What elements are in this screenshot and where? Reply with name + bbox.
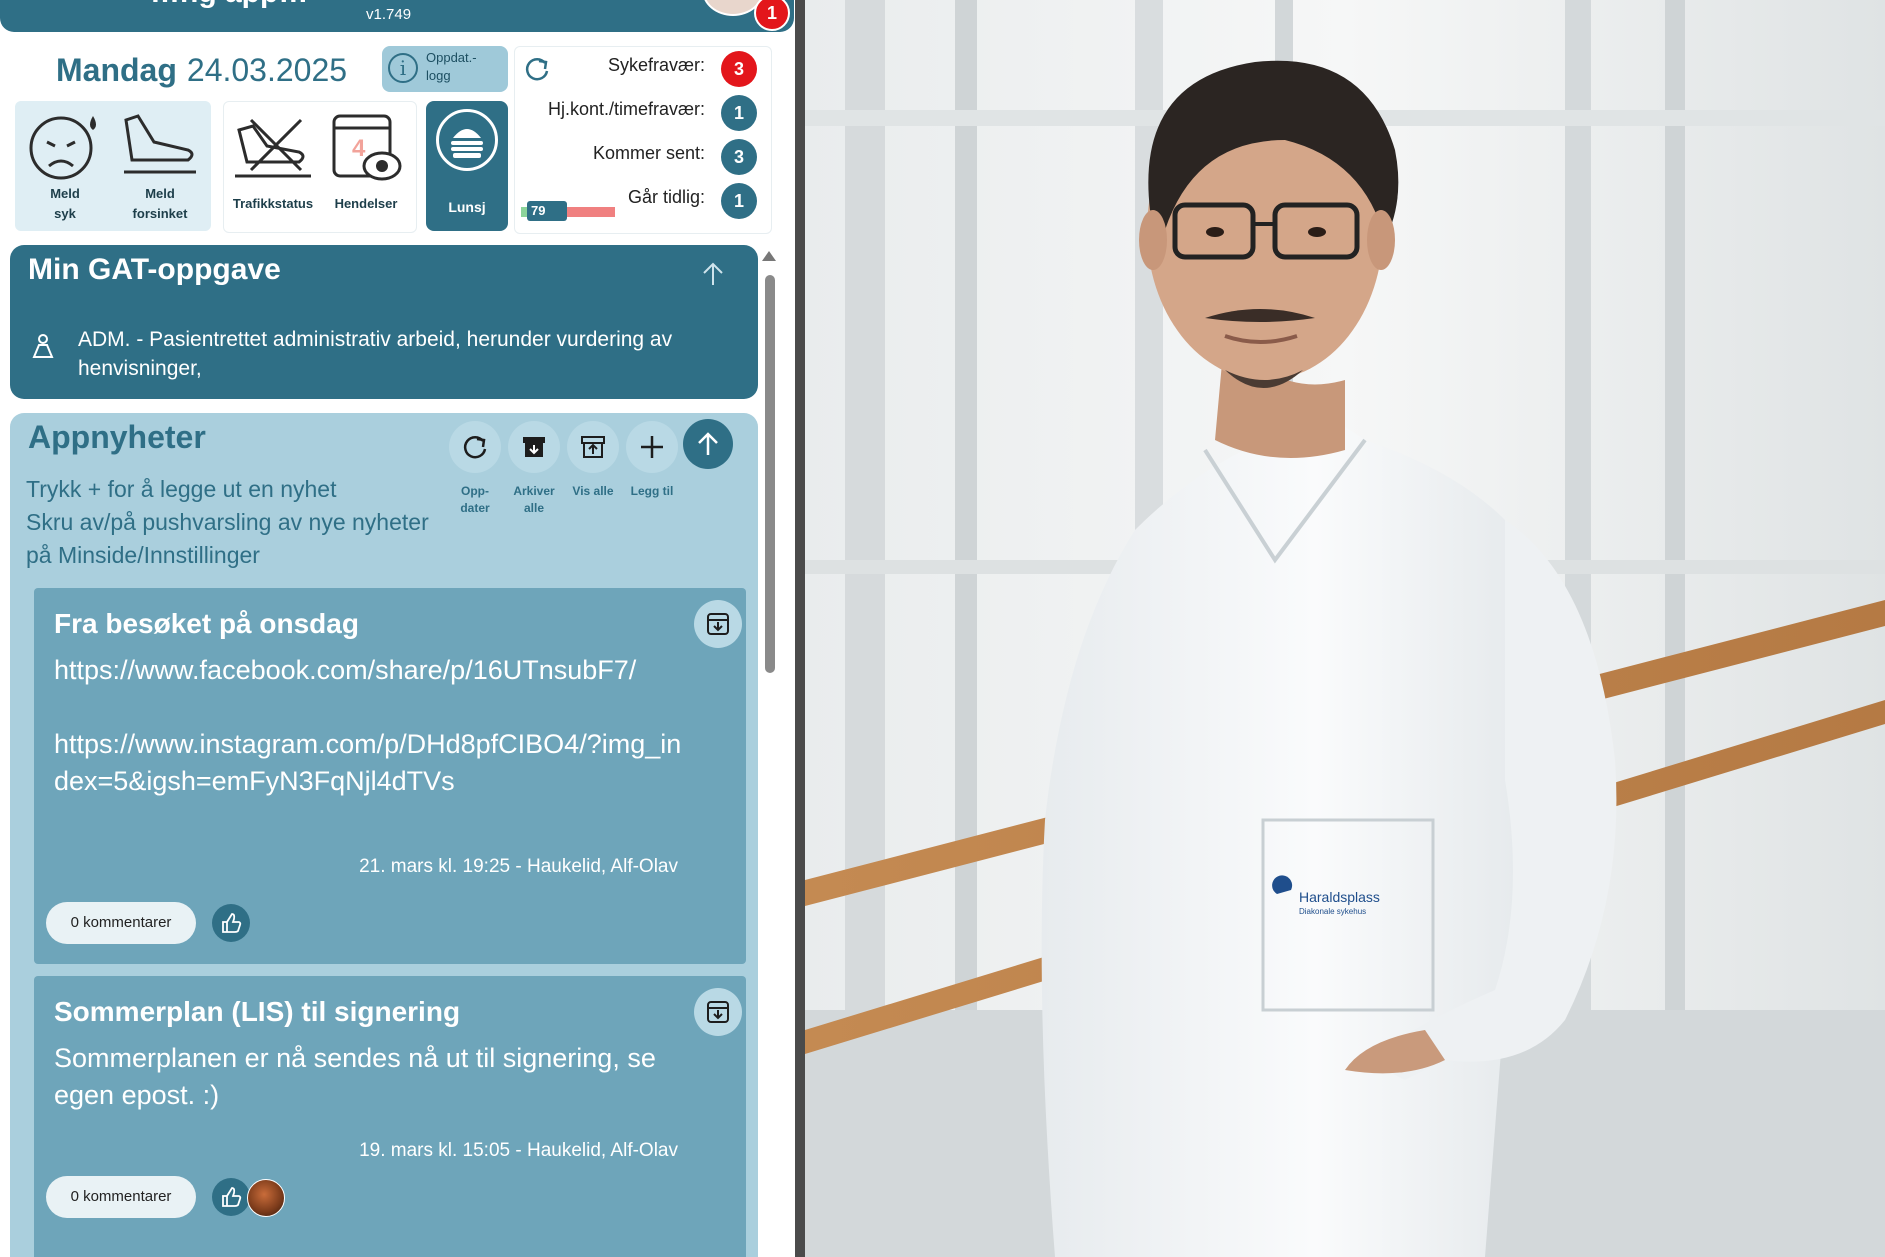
app-panel: …ng app… v1.749 1 Mandag24.03.2025 i Opp… [0, 0, 800, 1257]
weekday: Mandag [56, 52, 177, 88]
task-person-icon [32, 334, 54, 358]
archive-post-button[interactable] [694, 600, 742, 648]
scrollbar-thumb[interactable] [765, 275, 775, 673]
archive-icon [707, 1001, 729, 1023]
thumbs-up-icon [222, 1187, 242, 1207]
late-arrival-label: Kommer sent: [592, 143, 705, 163]
absence-stats: Sykefravær: 3 Hj.kont./timefravær: 1 Kom… [514, 46, 772, 234]
archive-post-button[interactable] [694, 988, 742, 1036]
gat-task-card: Min GAT-oppgave ADM. - Pasientrettet adm… [10, 245, 758, 399]
events-button[interactable]: 4 Hendelser [320, 110, 412, 214]
sick-leave-label: Sykefravær: [607, 55, 705, 75]
help-line: Skru av/på pushvarsling av nye nyheter [26, 509, 429, 535]
delayed-travel-icon [124, 114, 196, 174]
archive-icon [707, 613, 729, 635]
report-sick-label: Meld syk [50, 186, 80, 221]
leaving-early-count[interactable]: 1 [721, 183, 757, 219]
gat-description: ADM. - Pasientrettet administrativ arbei… [78, 328, 673, 380]
post-body[interactable]: https://www.facebook.com/share/p/16UTnsu… [54, 652, 694, 800]
collapse-up-icon[interactable] [700, 261, 726, 287]
post-meta: 19. mars kl. 15:05 - Haukelid, Alf-Olav [359, 1140, 678, 1161]
unarchive-icon [581, 436, 605, 458]
gat-title: Min GAT-oppgave [28, 253, 281, 286]
avatar-notification-badge: 1 [754, 0, 790, 31]
collapse-news-button[interactable] [683, 419, 733, 469]
traffic-status-button[interactable]: Trafikkstatus [226, 110, 320, 214]
pocket-logo-text: Haraldsplass [1299, 889, 1380, 905]
reactor-avatar[interactable] [247, 1179, 285, 1217]
update-log-button[interactable]: i Oppdat.- logg [382, 46, 508, 92]
help-line: Trykk + for å legge ut en nyhet [26, 476, 337, 502]
app-header: …ng app… v1.749 1 [0, 0, 794, 32]
lunch-button[interactable]: Lunsj [426, 101, 508, 231]
refresh-news-label: Opp- dater [460, 484, 490, 515]
report-sick-button[interactable]: Meld syk [20, 110, 110, 224]
news-title: Appnyheter [28, 419, 206, 455]
scroll-up-arrow[interactable] [762, 251, 776, 261]
leaving-early-label: Går tidlig: [627, 187, 705, 207]
report-delayed-label: Meld forsinket [132, 186, 188, 221]
arrow-up-icon [698, 432, 718, 455]
comments-button[interactable]: 0 kommentarer [46, 1176, 196, 1218]
post-body: Sommerplanen er nå sendes nå ut til sign… [54, 1043, 656, 1110]
panel-divider [795, 0, 805, 1257]
report-delayed-button[interactable]: Meld forsinket [112, 110, 208, 224]
sick-face-icon [29, 116, 96, 180]
show-all-label: Vis alle [572, 484, 614, 498]
refresh-news-button[interactable]: Opp- dater [448, 421, 502, 517]
traffic-status-icon [235, 118, 311, 178]
like-button[interactable] [212, 1178, 250, 1216]
pocket-logo-subtext: Diakonale sykehus [1299, 907, 1366, 916]
info-icon: i [388, 53, 418, 83]
sick-leave-count[interactable]: 3 [721, 51, 757, 87]
like-button[interactable] [212, 904, 250, 942]
archive-all-button[interactable]: Arkiver alle [507, 421, 561, 517]
plus-icon [641, 436, 663, 458]
doctor-portrait-photo: Haraldsplass Diakonale sykehus [805, 0, 1885, 1257]
thumbs-up-icon [222, 913, 242, 933]
post-title: Sommerplan (LIS) til signering [54, 996, 461, 1027]
events-count-overlay: 4 [352, 135, 366, 162]
news-post: Sommerplan (LIS) til signering Sommerpla… [34, 976, 746, 1257]
archive-all-icon [523, 437, 545, 457]
help-line: på Minside/Innstillinger [26, 542, 260, 568]
events-label: Hendelser [334, 196, 398, 211]
events-calendar-icon: 4 [332, 114, 402, 181]
show-all-button[interactable]: Vis alle [566, 421, 620, 500]
post-meta: 21. mars kl. 19:25 - Haukelid, Alf-Olav [359, 856, 678, 877]
portrait-image: Haraldsplass Diakonale sykehus [805, 0, 1885, 1257]
burger-icon [436, 109, 498, 171]
current-date: Mandag 24.03.2025 [56, 52, 347, 89]
comments-button[interactable]: 0 kommentarer [46, 902, 196, 944]
app-news-section: Appnyheter Trykk + for å legge ut en nyh… [10, 413, 758, 1257]
late-arrival-count[interactable]: 3 [721, 139, 757, 175]
attendance-progress: 79 [521, 201, 615, 221]
add-news-button[interactable]: Legg til [625, 421, 679, 500]
news-help-text: Trykk + for å legge ut en nyhet Skru av/… [26, 473, 466, 572]
refresh-icon[interactable] [523, 55, 551, 83]
app-title: …ng app… [150, 0, 308, 10]
add-news-label: Legg til [630, 484, 674, 498]
update-log-label: Oppdat.- logg [426, 50, 477, 83]
progress-value: 79 [527, 201, 567, 221]
archive-all-label: Arkiver alle [513, 484, 555, 515]
refresh-icon [463, 436, 487, 459]
home-office-count[interactable]: 1 [721, 95, 757, 131]
news-post: Fra besøket på onsdag https://www.facebo… [34, 588, 746, 964]
date-value: 24.03.2025 [186, 52, 348, 88]
traffic-status-label: Trafikkstatus [232, 196, 314, 211]
lunch-label: Lunsj [448, 199, 486, 215]
home-office-label: Hj.kont./timefravær: [547, 99, 705, 119]
app-version: v1.749 [366, 6, 412, 23]
post-title: Fra besøket på onsdag [54, 608, 359, 639]
